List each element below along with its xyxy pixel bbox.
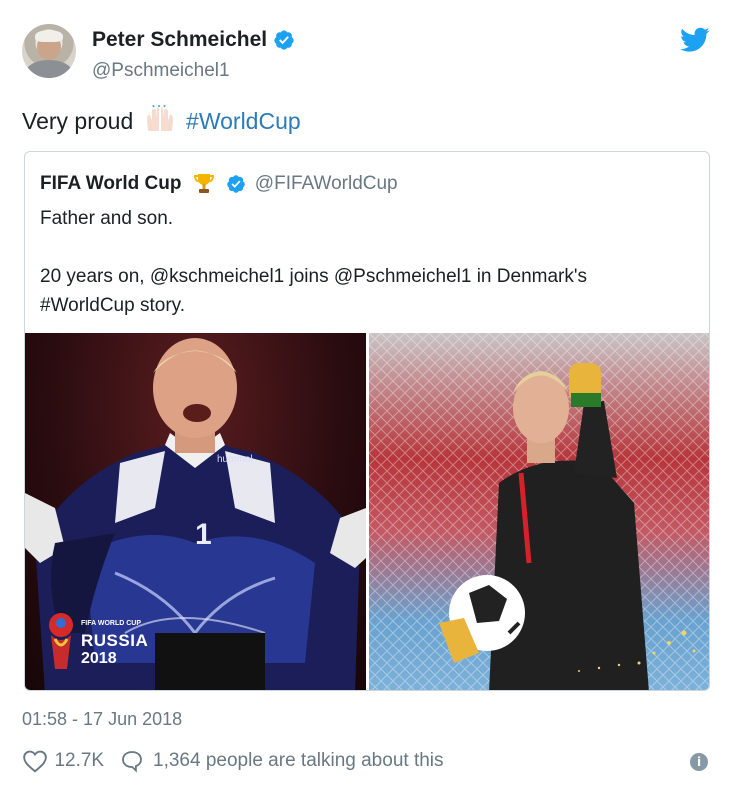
world-cup-logo-icon [49,613,73,669]
media-photo-right[interactable] [369,333,709,690]
like-count[interactable]: 12.7K [54,750,104,772]
tweet-hashtag-link[interactable]: #WorldCup [186,108,301,134]
quoted-text-line2: 20 years on, @kschmeichel1 joins @Pschme… [40,266,587,287]
comment-bubble-icon[interactable] [119,749,145,773]
author-avatar[interactable] [22,24,76,78]
tweet-timestamp[interactable]: 01:58 - 17 Jun 2018 [22,709,182,730]
quoted-verified-badge-icon [227,175,246,193]
raised-hands-emoji-icon [146,105,173,131]
quoted-author-handle[interactable]: @FIFAWorldCup [255,173,398,194]
author-handle[interactable]: @Pschmeichel1 [92,60,230,82]
quoted-tweet-media[interactable]: hummel 1 FIFA WORLD CUP RUSSIA 2018 [25,333,709,690]
quoted-text-line1: Father and son. [40,208,174,229]
author-name[interactable]: Peter Schmeichel [92,28,267,51]
twitter-bird-icon[interactable] [680,27,710,53]
quoted-author-name[interactable]: FIFA World Cup [40,173,181,194]
media-photo-left[interactable]: hummel 1 FIFA WORLD CUP RUSSIA 2018 [25,333,366,690]
heart-icon[interactable] [22,749,48,773]
jersey-brand: hummel [217,454,253,465]
jersey-number: 1 [195,518,212,551]
info-icon[interactable]: i [690,753,708,771]
world-cup-logo-russia: RUSSIA [81,631,149,650]
talking-about-text[interactable]: 1,364 people are talking about this [153,750,444,772]
embedded-tweet: Peter Schmeichel @Pschmeichel1 Very prou… [0,0,735,788]
world-cup-logo-year: 2018 [81,650,117,667]
trophy-emoji-icon [193,174,214,193]
quoted-tweet-text: Father and son. 20 years on, @kschmeiche… [40,204,690,320]
quoted-text-line3: #WorldCup story. [40,295,186,316]
tweet-text-body: Very proud [22,108,134,134]
world-cup-logo-small-text: FIFA WORLD CUP [81,620,142,627]
tweet-actions: 12.7K 1,364 people are talking about thi… [22,749,444,777]
quoted-tweet-card[interactable]: FIFA World Cup @FIFAWorldCup Father and … [24,151,710,691]
quoted-tweet-header: FIFA World Cup @FIFAWorldCup [40,172,398,196]
verified-badge-icon [274,30,294,51]
goalkeeper-2018-illustration [369,333,709,690]
tweet-text: Very proud #WorldCup [22,105,301,135]
author-name-row[interactable]: Peter Schmeichel [92,28,295,52]
